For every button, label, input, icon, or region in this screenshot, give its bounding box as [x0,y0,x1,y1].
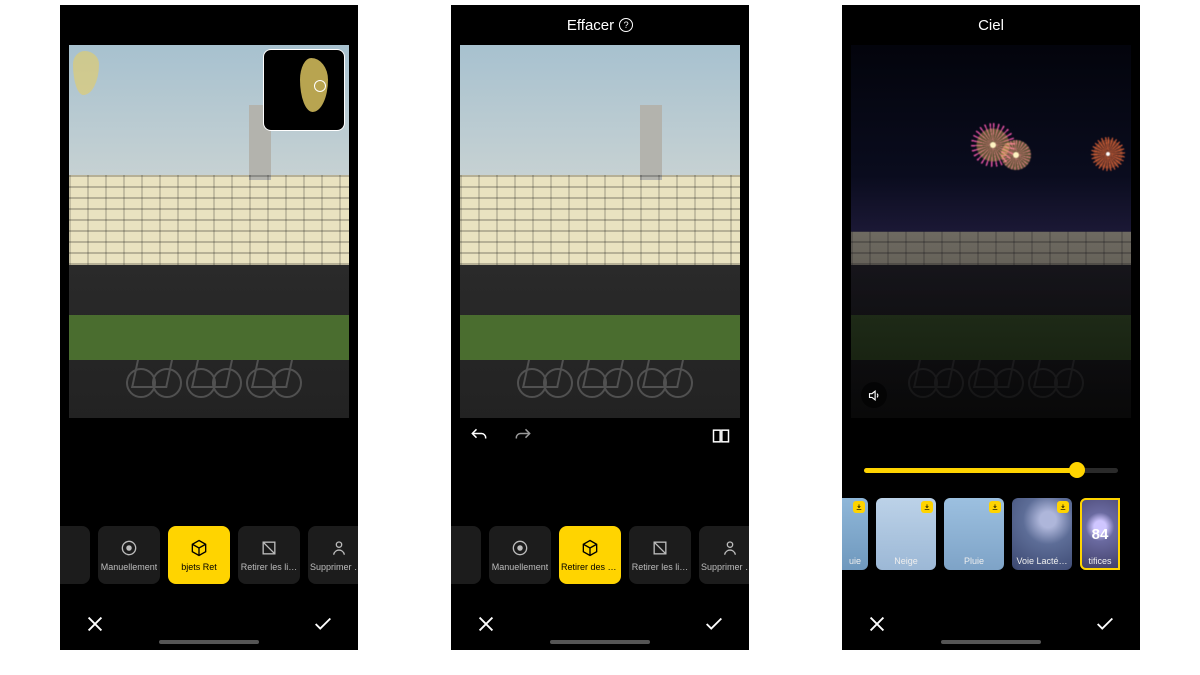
bike-icon [635,343,695,398]
screen-sky: Ciel uie Neige [842,5,1140,650]
sky-thumb-voie-lactee[interactable]: Voie Lacté… [1012,498,1072,570]
canvas-actions [451,418,749,454]
tool-label: Retirer les li… [632,562,689,572]
tool-label: Supprimer d… [310,562,358,572]
help-icon[interactable]: ? [619,18,633,32]
tool-label: Manuellement [492,562,549,572]
page-title: Effacer [567,17,614,34]
tool-label: Retirer les li… [241,562,298,572]
tool-label: Supprimer d… [701,562,749,572]
bike-icon [184,343,244,398]
cube-icon [189,538,209,558]
cancel-button[interactable] [864,611,890,637]
tool-label: bjets Ret [181,562,217,572]
bike-icon [575,343,635,398]
crop-icon [650,538,670,558]
tool-manual[interactable]: Manuellement [489,526,551,584]
target-icon [510,538,530,558]
screen-erase-result: Effacer ? Manuellement Retirer des ob… [451,5,749,650]
compare-button[interactable] [709,424,733,448]
confirm-button[interactable] [701,611,727,637]
target-icon [119,538,139,558]
cancel-button[interactable] [473,611,499,637]
home-indicator [941,640,1041,644]
home-indicator [550,640,650,644]
home-indicator [159,640,259,644]
photo-canvas[interactable] [851,45,1131,418]
tool-remove-lines[interactable]: Retirer les li… [629,526,691,584]
page-title: Ciel [978,17,1004,34]
tool-prev[interactable] [451,526,481,584]
download-icon [853,501,865,513]
bike-icon [515,343,575,398]
person-icon [329,538,349,558]
photo-canvas[interactable] [460,45,740,418]
firework-icon [1091,137,1125,171]
thumb-label: Voie Lacté… [1016,556,1067,566]
header [60,5,358,45]
tool-remove-objects[interactable]: Retirer des ob… [559,526,621,584]
confirm-button[interactable] [310,611,336,637]
header: Effacer ? [451,5,749,45]
sound-toggle[interactable] [861,382,887,408]
tool-remove-lines[interactable]: Retirer les li… [238,526,300,584]
tool-remove-people[interactable]: Supprimer d… [308,526,358,584]
magnifier [263,49,345,131]
night-overlay [851,45,1131,418]
sky-thumb-pluie[interactable]: Pluie [944,498,1004,570]
tool-label: Retirer des ob… [561,562,619,572]
tool-remove-objects[interactable]: bjets Ret [168,526,230,584]
sky-thumb-prev[interactable]: uie [842,498,868,570]
download-icon [921,501,933,513]
cube-icon [580,538,600,558]
crop-icon [259,538,279,558]
thumb-label: Neige [894,556,918,566]
download-icon [1057,501,1069,513]
thumb-value: 84 [1080,498,1120,570]
firework-icon [1001,140,1031,170]
sky-thumb-artifices[interactable]: 84 tifices [1080,498,1120,570]
tool-remove-people[interactable]: Supprimer d… [699,526,749,584]
erase-tools: Manuellement Retirer des ob… Retirer les… [451,526,749,584]
photo-canvas[interactable] [69,45,349,418]
intensity-slider[interactable] [864,462,1118,478]
bike-icon [124,343,184,398]
undo-button[interactable] [467,424,491,448]
thumb-label: Pluie [964,556,984,566]
thumb-label: uie [849,556,861,566]
sky-thumb-neige[interactable]: Neige [876,498,936,570]
tool-manual[interactable]: Manuellement [98,526,160,584]
bike-icon [244,343,304,398]
screen-erase-brush: Manuellement bjets Ret Retirer les li… S… [60,5,358,650]
tool-prev[interactable] [60,526,90,584]
person-icon [720,538,740,558]
redo-button[interactable] [511,424,535,448]
cancel-button[interactable] [82,611,108,637]
confirm-button[interactable] [1092,611,1118,637]
erase-tools: Manuellement bjets Ret Retirer les li… S… [60,526,358,584]
tool-label: Manuellement [101,562,158,572]
download-icon [989,501,1001,513]
sky-presets: uie Neige Pluie Voie Lacté… 84 tifices [842,498,1140,570]
header: Ciel [842,5,1140,45]
